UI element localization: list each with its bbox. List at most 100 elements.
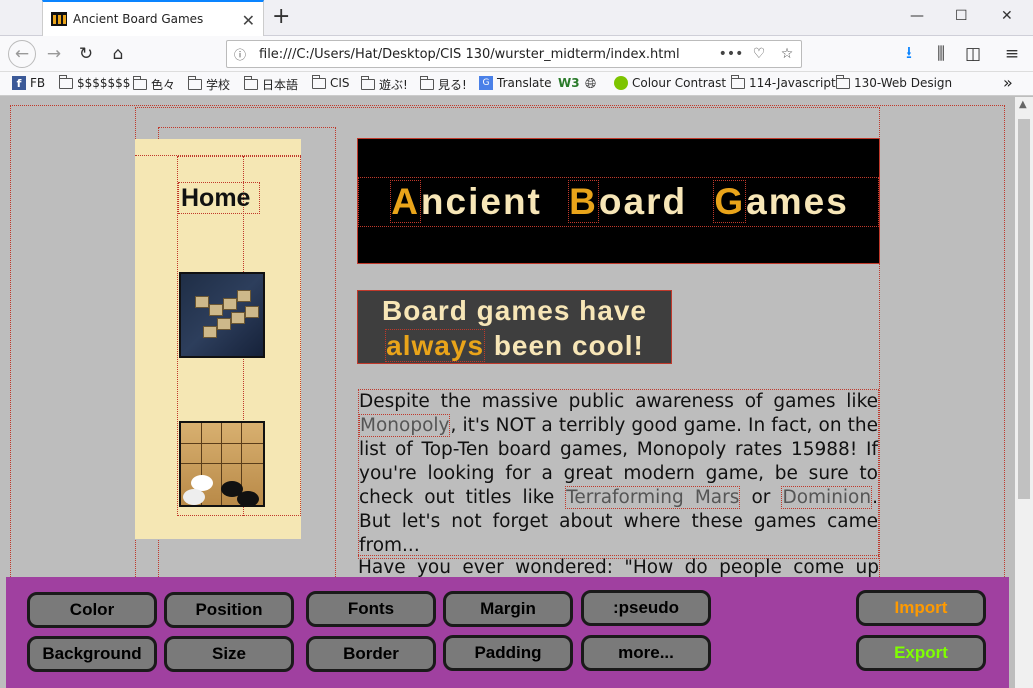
bookmark-folder-javascript[interactable]: 114-Javascript — [731, 74, 836, 90]
sidebar-top-strip — [135, 139, 301, 156]
scroll-up-icon[interactable]: ▲ — [1019, 99, 1027, 110]
game-tile — [245, 306, 259, 318]
board-game-thumbnail[interactable] — [179, 272, 265, 358]
bookmark-folder-miru[interactable]: 見る! — [420, 76, 467, 93]
title-capital: A — [390, 180, 421, 223]
export-button[interactable]: Export — [856, 635, 986, 671]
tagline-line1: Board games have — [382, 295, 647, 326]
close-tab-icon[interactable]: ✕ — [242, 11, 255, 30]
bookmark-label: 114-Javascript — [749, 76, 836, 90]
monopoly-link[interactable]: Monopoly — [359, 414, 451, 437]
bookmark-label: 遊ぶ! — [379, 78, 408, 92]
bookmark-globe[interactable]: 🌐︎ — [585, 76, 596, 92]
board-line — [181, 443, 263, 444]
folder-icon — [420, 76, 434, 90]
background-button[interactable]: Background — [27, 636, 157, 672]
more-button[interactable]: more... — [581, 635, 711, 671]
bookmark-label: Colour Contrast — [632, 76, 727, 90]
bookmark-folder-money[interactable]: $$$$$$$ — [59, 74, 130, 90]
vertical-scrollbar[interactable]: ▲ — [1015, 97, 1033, 688]
game-tile — [209, 304, 223, 316]
color-button[interactable]: Color — [27, 592, 157, 628]
bookmark-label: 130-Web Design — [854, 76, 953, 90]
back-icon[interactable]: ← — [8, 40, 36, 68]
intro-paragraph: Despite the massive public awareness of … — [358, 389, 879, 559]
bookmark-colour-contrast[interactable]: Colour Contrast — [614, 76, 726, 90]
tagline-highlight: always — [385, 329, 486, 362]
folder-icon — [361, 76, 375, 90]
folder-icon — [836, 74, 850, 89]
folder-icon — [244, 76, 258, 90]
home-icon[interactable]: ⌂ — [106, 42, 130, 66]
bookmark-folder-cis[interactable]: CIS — [312, 74, 350, 90]
margin-button[interactable]: Margin — [443, 591, 573, 627]
dominion-link[interactable]: Dominion — [781, 486, 873, 509]
bookmark-fb[interactable]: f FB — [12, 76, 45, 90]
active-tab[interactable]: Ancient Board Games ✕ — [42, 0, 264, 36]
title-rest: ncient — [420, 181, 542, 222]
position-button[interactable]: Position — [164, 592, 294, 628]
page-actions-icon[interactable]: ••• — [717, 46, 745, 62]
black-stone — [237, 491, 259, 507]
bookmark-star-icon[interactable]: ☆ — [773, 46, 801, 62]
pocket-icon[interactable]: ♡ — [745, 46, 773, 62]
game-tile — [195, 296, 209, 308]
maximize-icon[interactable]: ☐ — [955, 8, 968, 24]
scrollbar-thumb[interactable] — [1018, 119, 1030, 499]
library-icon[interactable]: ⫼ — [929, 42, 953, 66]
title-rest: ames — [746, 181, 849, 222]
site-title: Ancient Board Games — [358, 178, 881, 226]
pseudo-button[interactable]: :pseudo — [581, 590, 711, 626]
tagline-rest: been cool! — [493, 330, 644, 361]
colour-contrast-icon — [614, 76, 628, 90]
bookmark-translate[interactable]: G Translate — [479, 76, 552, 90]
forward-icon[interactable]: → — [42, 42, 66, 66]
home-link[interactable]: Home — [178, 182, 260, 214]
downloads-icon[interactable]: ⭳ — [897, 42, 921, 66]
game-tile — [203, 326, 217, 338]
size-button[interactable]: Size — [164, 636, 294, 672]
url-text[interactable]: file:///C:/Users/Hat/Desktop/CIS 130/wur… — [253, 47, 717, 62]
bookmark-label: FB — [30, 76, 46, 90]
page-viewport: Home Ancient Board Games Board games hav… — [0, 97, 1015, 688]
folder-icon — [731, 74, 745, 89]
site-info-icon[interactable]: ⓘ — [227, 46, 253, 63]
new-tab-icon[interactable]: + — [272, 5, 290, 29]
tagline-banner: Board games have always been cool! — [357, 290, 672, 364]
bookmark-label: 色々 — [151, 78, 176, 92]
minimize-icon[interactable]: — — [910, 8, 924, 24]
title-word: Board — [568, 180, 687, 223]
bookmark-label: CIS — [330, 76, 350, 90]
bookmark-w3[interactable]: W3 — [558, 76, 582, 90]
border-button[interactable]: Border — [306, 636, 436, 672]
intro-text: Despite the massive public awareness of … — [359, 391, 878, 412]
close-window-icon[interactable]: ✕ — [1001, 8, 1013, 24]
globe-icon: 🌐︎ — [585, 76, 597, 92]
tab-title: Ancient Board Games — [73, 12, 204, 26]
sidebar-toggle-icon[interactable]: ◫ — [961, 42, 985, 66]
bookmark-label: Translate — [497, 76, 552, 90]
facebook-icon: f — [12, 76, 26, 90]
address-bar[interactable]: ⓘ file:///C:/Users/Hat/Desktop/CIS 130/w… — [226, 40, 802, 68]
bookmark-folder-webdesign[interactable]: 130-Web Design — [836, 74, 953, 90]
terraforming-mars-link[interactable]: Terraforming Mars — [565, 486, 741, 509]
fonts-button[interactable]: Fonts — [306, 591, 436, 627]
menu-icon[interactable]: ≡ — [1000, 42, 1024, 66]
padding-button[interactable]: Padding — [443, 635, 573, 671]
translate-icon: G — [479, 76, 493, 90]
w3-icon: W3 — [558, 76, 580, 90]
bookmark-folder-asobu[interactable]: 遊ぶ! — [361, 76, 408, 93]
bookmark-folder-gakkou[interactable]: 学校 — [188, 76, 230, 93]
game-tile — [237, 290, 251, 302]
go-board-thumbnail[interactable] — [179, 421, 265, 507]
bookmark-label: 日本語 — [262, 78, 299, 92]
style-editor-panel: Color Position Fonts Margin :pseudo Back… — [6, 577, 1009, 688]
bookmark-folder-iroiro[interactable]: 色々 — [133, 76, 175, 93]
reload-icon[interactable]: ↻ — [74, 42, 98, 66]
bookmarks-overflow-icon[interactable]: » — [1003, 73, 1013, 92]
bookmark-folder-nihongo[interactable]: 日本語 — [244, 76, 298, 93]
intro-text: or — [740, 487, 782, 508]
import-button[interactable]: Import — [856, 590, 986, 626]
navigation-toolbar: ← → ↻ ⌂ ⓘ file:///C:/Users/Hat/Desktop/C… — [0, 36, 1033, 72]
folder-icon — [59, 74, 73, 89]
